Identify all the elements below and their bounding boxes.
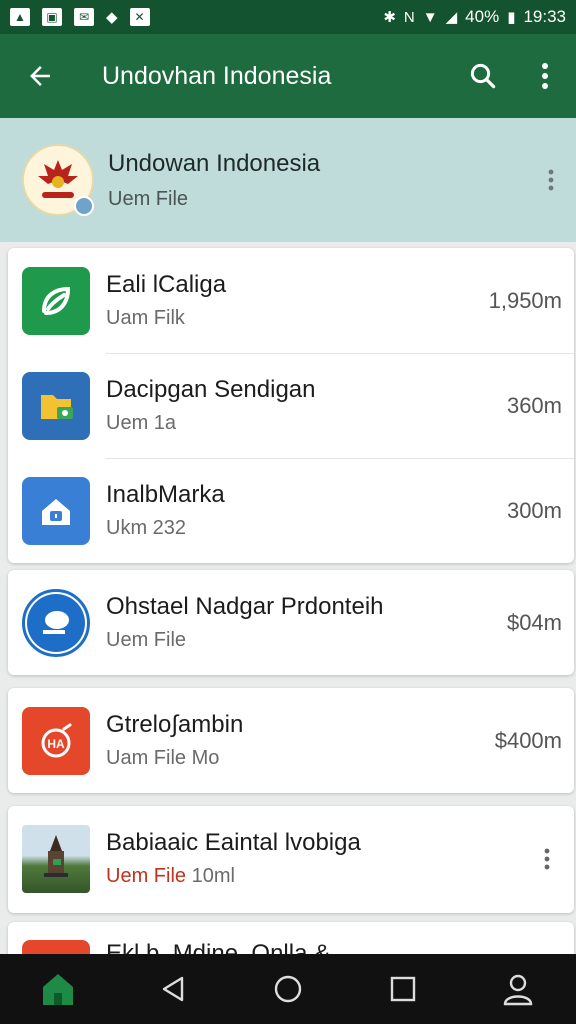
item-subtitle: Uem 1a — [106, 412, 177, 434]
home-icon — [22, 476, 90, 545]
item-subtitle: Uem File 10ml — [106, 865, 532, 888]
profile-nav-button[interactable] — [483, 954, 553, 1024]
item-size: 1,950m — [488, 287, 562, 313]
badge-icon — [74, 196, 94, 216]
app-list-card: Ohstael Nadgar Prdonteih Uem File $04m — [8, 570, 574, 675]
home-nav-button[interactable] — [23, 954, 93, 1024]
image-notification-icon: ▲ — [10, 8, 30, 26]
page-title: Undovhan Indonesia — [102, 61, 332, 90]
mail-notification-icon: ✉ — [74, 8, 94, 26]
list-item[interactable]: HA Gtrelo∫ambin Uam File Mo $400m — [8, 688, 574, 793]
nfc-icon: N — [403, 8, 415, 26]
battery-icon: ▮ — [507, 9, 516, 26]
header-card[interactable]: Undowan Indonesia Uem File — [0, 118, 576, 242]
landmark-photo-icon — [22, 824, 90, 893]
more-vert-icon — [544, 848, 550, 869]
triangle-back-icon — [162, 976, 183, 1002]
search-button[interactable] — [452, 34, 514, 118]
item-more-button[interactable] — [532, 847, 562, 871]
back-button[interactable] — [0, 34, 80, 118]
item-title: Ohstael Nadgar Prdonteih — [106, 593, 384, 620]
header-subtitle: Uem File — [108, 187, 189, 210]
location-notification-icon: ◆ — [106, 9, 118, 26]
item-size: $04m — [506, 609, 562, 635]
item-subtitle-highlight: Uem File — [106, 865, 187, 887]
arrow-back-icon — [30, 66, 50, 86]
list-item[interactable]: Eali lCaliga Uam Filk 1,950m — [8, 248, 574, 353]
status-bar: ▲ ▣ ✉ ◆ ✕ ✱ N ▼ ◢ 40% ▮ 19:33 — [0, 0, 576, 34]
item-size: $400m — [494, 727, 562, 753]
garuda-emblem-icon — [22, 144, 94, 216]
home-circle-nav-button[interactable] — [253, 954, 323, 1024]
app-list-card: HA Gtrelo∫ambin Uam File Mo $400m — [8, 688, 574, 793]
list-item[interactable]: Babiaaic Eaintal lvobiga Uem File 10ml — [8, 806, 574, 911]
person-icon — [504, 974, 533, 1006]
item-subtitle: Uam File Mo — [106, 747, 220, 769]
app-list-card: Babiaaic Eaintal lvobiga Uem File 10ml — [8, 806, 574, 913]
circle-home-icon — [274, 975, 302, 1003]
item-subtitle: Uem File — [106, 629, 187, 651]
signal-icon: ◢ — [445, 9, 458, 26]
back-nav-button[interactable] — [138, 954, 208, 1024]
tools-notification-icon: ✕ — [129, 8, 150, 26]
battery-percent: 40% — [465, 7, 500, 26]
item-size: 360m — [506, 392, 562, 418]
overflow-menu-button[interactable] — [514, 34, 576, 118]
item-title: InalbMarka — [106, 481, 225, 508]
item-subtitle-rest: 10ml — [186, 865, 235, 887]
more-vert-icon — [548, 169, 554, 191]
app-list-card: Eali lCaliga Uam Filk 1,950m Dacipgan Se… — [8, 248, 574, 563]
list-item[interactable]: InalbMarka Ukm 232 300m — [8, 458, 574, 563]
app-bar: Undovhan Indonesia — [0, 34, 576, 118]
item-subtitle: Ukm 232 — [106, 517, 187, 539]
item-title: Babiaaic Eaintal lvobiga — [106, 829, 361, 856]
photo-notification-icon: ▣ — [42, 8, 62, 26]
target-icon: HA — [22, 706, 90, 775]
list-item[interactable]: Ohstael Nadgar Prdonteih Uem File $04m — [8, 570, 574, 675]
item-title: Eali lCaliga — [106, 271, 227, 298]
wifi-icon: ▼ — [422, 8, 438, 26]
more-vert-icon — [542, 63, 548, 89]
search-icon — [470, 63, 496, 89]
leaf-icon — [22, 266, 90, 335]
header-more-button[interactable] — [526, 168, 576, 192]
navigation-bar — [0, 954, 576, 1024]
item-title: Gtrelo∫ambin — [106, 711, 244, 738]
list-item[interactable]: Dacipgan Sendigan Uem 1a 360m — [8, 353, 574, 458]
item-subtitle: Uam Filk — [106, 307, 185, 329]
home-icon — [42, 974, 73, 1005]
header-title: Undowan Indonesia — [108, 149, 321, 177]
bluetooth-icon: ✱ — [383, 9, 396, 26]
svg-text:HA: HA — [47, 737, 65, 751]
item-title: Dacipgan Sendigan — [106, 376, 316, 403]
square-recents-icon — [390, 976, 416, 1002]
recents-nav-button[interactable] — [368, 954, 438, 1024]
clock: 19:33 — [523, 7, 566, 26]
folder-icon — [22, 371, 90, 440]
chat-bubble-icon — [22, 588, 90, 657]
item-size: 300m — [506, 497, 562, 523]
